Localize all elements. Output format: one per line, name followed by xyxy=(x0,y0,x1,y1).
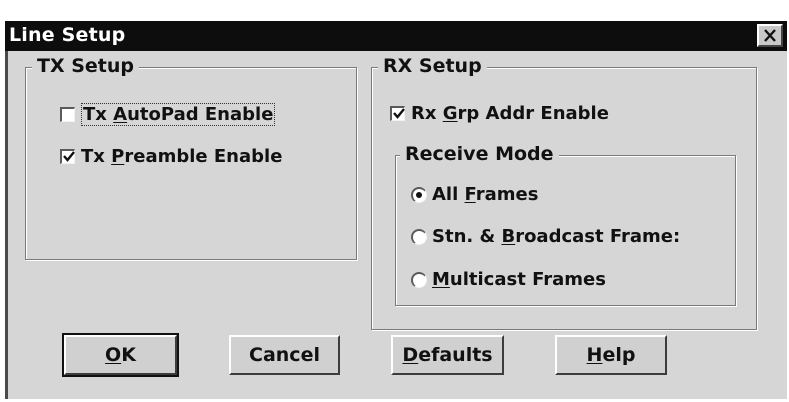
radio-dot-icon xyxy=(416,191,422,198)
tx-autopad-label: Tx AutoPad Enable xyxy=(81,103,276,126)
rx-grp-addr-label: Rx Grp Addr Enable xyxy=(411,103,609,124)
radio-multicast-label: Multicast Frames xyxy=(432,269,606,290)
rx-grp-addr-box[interactable] xyxy=(390,106,405,121)
checkmark-icon xyxy=(63,151,75,162)
tx-setup-label: TX Setup xyxy=(32,55,140,77)
radio-stn-broadcast-frames[interactable]: Stn. & Broadcast Frame: xyxy=(411,226,680,247)
radio-all-frames-label: All Frames xyxy=(432,184,539,205)
rx-grp-addr-checkbox[interactable]: Rx Grp Addr Enable xyxy=(390,103,609,124)
rx-setup-label: RX Setup xyxy=(378,55,487,77)
tx-autopad-box[interactable] xyxy=(60,107,75,122)
receive-mode-label: Receive Mode xyxy=(400,143,559,165)
ok-button[interactable]: OK xyxy=(62,333,179,377)
tx-preamble-label: Tx Preamble Enable xyxy=(81,146,283,167)
radio-stn-broadcast-button[interactable] xyxy=(411,228,427,245)
radio-all-frames[interactable]: All Frames xyxy=(411,184,538,205)
window-title: Line Setup xyxy=(9,24,126,46)
title-bar[interactable]: Line Setup xyxy=(5,21,787,51)
cancel-button[interactable]: Cancel xyxy=(229,335,340,375)
help-button[interactable]: Help xyxy=(555,335,667,375)
radio-multicast-button[interactable] xyxy=(411,271,427,288)
close-button[interactable] xyxy=(757,24,783,47)
radio-stn-broadcast-label: Stn. & Broadcast Frame: xyxy=(432,226,681,247)
radio-multicast-frames[interactable]: Multicast Frames xyxy=(411,269,606,290)
tx-preamble-checkbox[interactable]: Tx Preamble Enable xyxy=(60,146,282,167)
close-icon xyxy=(763,29,777,42)
tx-autopad-checkbox[interactable]: Tx AutoPad Enable xyxy=(60,103,276,126)
checkmark-icon xyxy=(393,108,405,119)
radio-all-frames-button[interactable] xyxy=(411,186,427,203)
tx-preamble-box[interactable] xyxy=(60,149,75,164)
defaults-button[interactable]: Defaults xyxy=(391,335,504,375)
